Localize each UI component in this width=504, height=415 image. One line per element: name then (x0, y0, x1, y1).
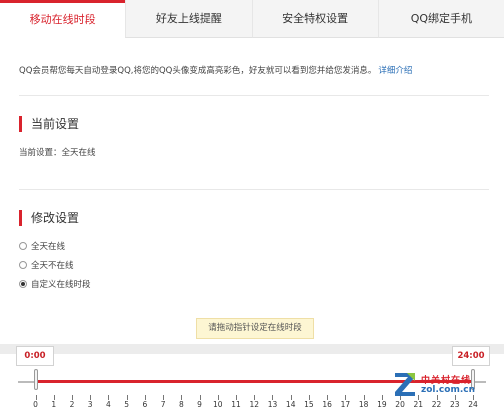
tick-label: 10 (213, 400, 223, 409)
tab-friend-online-reminder[interactable]: 好友上线提醒 (125, 0, 252, 38)
tick-label: 23 (449, 400, 460, 409)
intro-text-block: QQ会员帮您每天自动登录QQ,将您的QQ头像变成高亮彩色，好友就可以看到您并给您… (19, 64, 412, 76)
drag-tip: 请拖动指针设定在线时段 (196, 318, 314, 339)
start-handle[interactable] (34, 369, 38, 390)
tick-label: 0 (33, 400, 38, 409)
tick-label: 3 (87, 400, 93, 409)
tick-label: 5 (124, 400, 130, 409)
option-always-offline[interactable]: 全天不在线 (19, 259, 74, 271)
tick-label: 14 (285, 400, 296, 409)
tab-qq-bind-phone[interactable]: QQ绑定手机 (377, 0, 504, 38)
tick-label: 1 (51, 400, 57, 409)
option-always-online[interactable]: 全天在线 (19, 240, 65, 252)
tick-label: 8 (178, 400, 184, 409)
watermark-logo: 中关村在线 zol.com.cn (393, 370, 493, 400)
intro-text: QQ会员帮您每天自动登录QQ,将您的QQ头像变成高亮彩色，好友就可以看到您并给您… (19, 66, 377, 76)
tab-security-privileges[interactable]: 安全特权设置 (251, 0, 378, 38)
tick-label: 24 (468, 400, 478, 409)
tick-label: 4 (106, 400, 111, 409)
slider-band (0, 344, 504, 354)
tick-label: 19 (377, 400, 387, 409)
tab-bar: 移动在线时段 好友上线提醒 安全特权设置 QQ绑定手机 (0, 0, 504, 39)
tick-label: 2 (69, 400, 75, 409)
tick-label: 22 (431, 400, 442, 409)
tick-label: 11 (231, 400, 241, 409)
option-label: 全天在线 (31, 242, 66, 252)
tick-label: 15 (304, 400, 314, 409)
current-settings-value: 当前设置：全天在线 (19, 148, 96, 158)
modify-settings-heading: 修改设置 (19, 210, 79, 226)
radio-icon[interactable] (19, 242, 27, 250)
tick-label: 20 (395, 400, 405, 409)
tick-label: 21 (413, 400, 424, 409)
tab-mobile-online-period[interactable]: 移动在线时段 (0, 0, 126, 38)
option-label: 全天不在线 (31, 261, 74, 271)
divider (19, 189, 489, 190)
current-settings-heading: 当前设置 (19, 116, 79, 132)
radio-icon[interactable] (19, 261, 27, 269)
tick-label: 13 (267, 400, 278, 409)
details-link[interactable]: 详细介绍 (378, 66, 412, 76)
tick-label: 6 (142, 400, 148, 409)
radio-checked-icon[interactable] (19, 280, 27, 288)
tick-label: 12 (249, 400, 260, 409)
divider (19, 95, 489, 96)
option-custom-period[interactable]: 自定义在线时段 (19, 278, 91, 290)
tick-label: 18 (358, 400, 369, 409)
watermark-line2: zol.com.cn (421, 385, 475, 395)
end-time-display: 24:00 (452, 346, 490, 366)
tick-label: 17 (340, 400, 351, 409)
tick-label: 16 (322, 400, 332, 409)
tick-label: 9 (197, 400, 202, 409)
zol-z-icon (395, 373, 415, 396)
tick-label: 7 (160, 400, 166, 409)
start-time-display: 0:00 (16, 346, 54, 366)
option-label: 自定义在线时段 (31, 280, 91, 290)
